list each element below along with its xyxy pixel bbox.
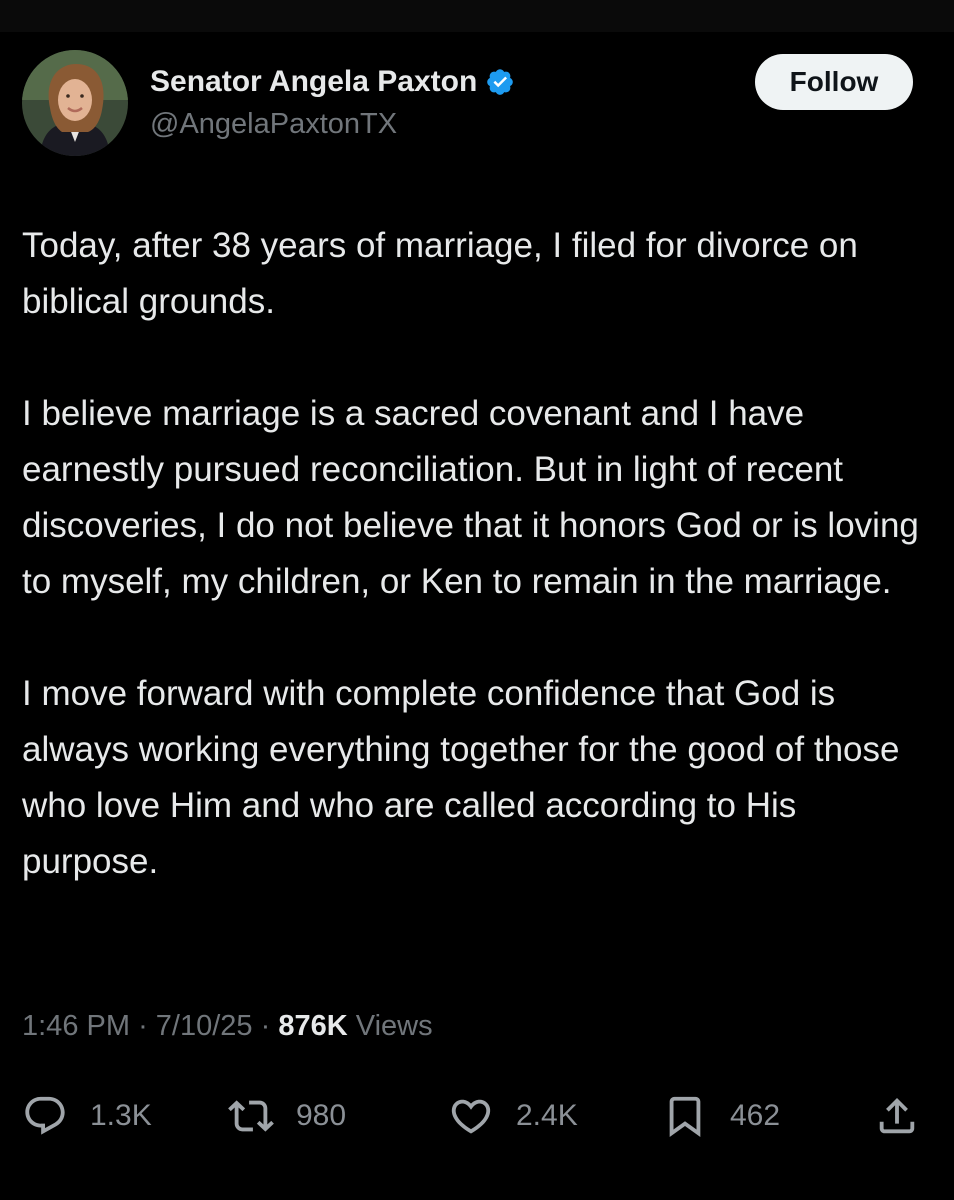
meta-separator: · <box>138 1010 148 1042</box>
tweet-paragraph: I believe marriage is a sacred covenant … <box>22 394 919 601</box>
bookmark-icon <box>669 1096 701 1137</box>
author-display-name[interactable]: Senator Angela Paxton <box>150 65 477 99</box>
tweet-meta: 1:46 PM · 7/10/25 · 876K Views <box>22 1010 433 1043</box>
verified-badge-icon <box>487 69 514 95</box>
tweet-date[interactable]: 7/10/25 <box>156 1010 253 1042</box>
bookmark-count: 462 <box>730 1099 781 1132</box>
tweet-text: Today, after 38 years of marriage, I fil… <box>22 218 938 890</box>
tweet-paragraph: Today, after 38 years of marriage, I fil… <box>22 226 858 321</box>
bookmark-button[interactable]: 462 <box>662 1086 780 1146</box>
reply-icon <box>25 1096 65 1135</box>
author-name-row: Senator Angela Paxton <box>150 60 515 104</box>
like-count: 2.4K <box>516 1099 578 1132</box>
profile-photo-icon <box>22 50 128 156</box>
follow-button[interactable]: Follow <box>755 54 913 110</box>
meta-separator: · <box>260 1010 271 1042</box>
top-status-strip <box>0 0 954 32</box>
like-button[interactable]: 2.4K <box>448 1086 578 1146</box>
action-bar: 1.3K 980 2.4K 462 <box>22 1086 932 1146</box>
repost-icon <box>228 1100 274 1132</box>
views-label: Views <box>355 1010 433 1042</box>
tweet-paragraph: I move forward with complete confidence … <box>22 674 900 881</box>
views-count[interactable]: 876K <box>278 1010 347 1042</box>
reply-count: 1.3K <box>90 1099 152 1132</box>
tweet-time[interactable]: 1:46 PM <box>22 1010 130 1042</box>
avatar[interactable] <box>22 50 128 156</box>
reply-button[interactable]: 1.3K <box>22 1086 152 1146</box>
repost-button[interactable]: 980 <box>228 1086 346 1146</box>
heart-icon <box>451 1099 491 1134</box>
author-handle[interactable]: @AngelaPaxtonTX <box>150 108 397 141</box>
repost-count: 980 <box>296 1099 347 1132</box>
share-icon <box>879 1097 915 1134</box>
share-button[interactable] <box>874 1086 920 1146</box>
